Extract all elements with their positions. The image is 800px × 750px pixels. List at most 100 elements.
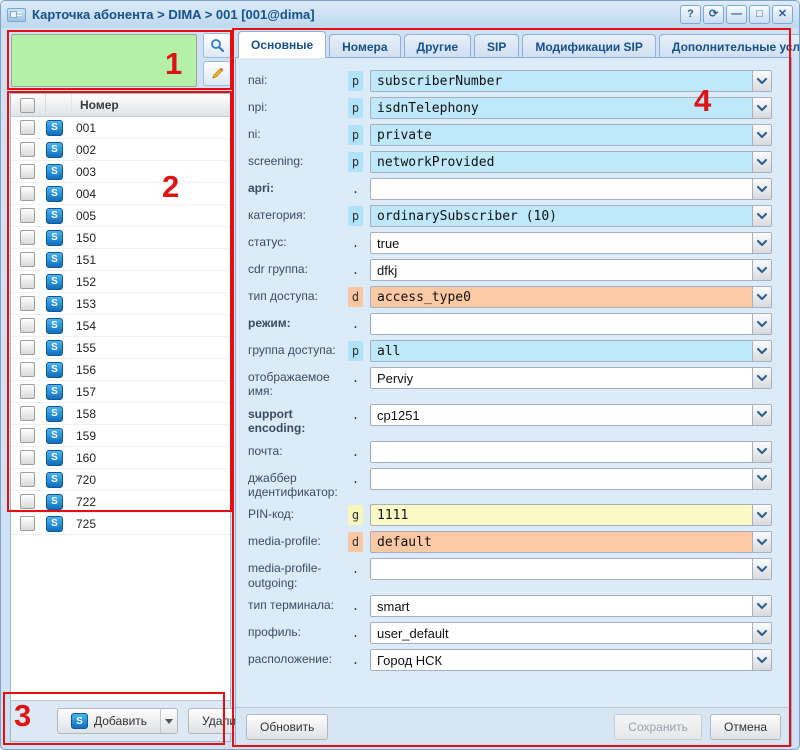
table-row[interactable]: S 720 [11,469,230,491]
table-row[interactable]: S 722 [11,491,230,513]
field-combobox[interactable] [370,441,772,463]
combo-trigger[interactable] [752,260,771,280]
refresh-form-button[interactable]: Обновить [246,714,328,740]
tab[interactable]: Номера [329,34,400,58]
combo-trigger[interactable] [752,125,771,145]
row-checkbox[interactable] [20,164,35,179]
row-checkbox[interactable] [20,252,35,267]
field-combobox[interactable]: subscriberNumber [370,70,772,92]
tab[interactable]: SIP [474,34,519,58]
combo-trigger[interactable] [752,650,771,670]
row-checkbox[interactable] [20,450,35,465]
number-column-header[interactable]: Номер [72,98,119,112]
field-combobox[interactable]: cp1251 [370,404,772,426]
row-checkbox[interactable] [20,142,35,157]
table-row[interactable]: S 160 [11,447,230,469]
row-checkbox[interactable] [20,274,35,289]
table-row[interactable]: S 156 [11,359,230,381]
combo-trigger[interactable] [752,405,771,425]
combo-trigger[interactable] [752,596,771,616]
combo-trigger[interactable] [752,179,771,199]
table-row[interactable]: S 157 [11,381,230,403]
table-row[interactable]: S 004 [11,183,230,205]
field-combobox[interactable] [370,313,772,335]
field-combobox[interactable]: all [370,340,772,362]
row-checkbox[interactable] [20,428,35,443]
field-combobox[interactable] [370,178,772,200]
table-row[interactable]: S 005 [11,205,230,227]
field-combobox[interactable]: 1111 [370,504,772,526]
field-combobox[interactable]: dfkj [370,259,772,281]
combo-trigger[interactable] [752,532,771,552]
field-combobox[interactable] [370,558,772,580]
combo-trigger[interactable] [752,71,771,91]
table-row[interactable]: S 158 [11,403,230,425]
field-combobox[interactable]: networkProvided [370,151,772,173]
close-button[interactable]: ✕ [772,5,793,24]
table-row[interactable]: S 151 [11,249,230,271]
combo-trigger[interactable] [752,287,771,307]
help-button[interactable]: ? [680,5,701,24]
row-checkbox[interactable] [20,384,35,399]
row-checkbox[interactable] [20,406,35,421]
field-combobox[interactable]: user_default [370,622,772,644]
cancel-button[interactable]: Отмена [710,714,781,740]
table-row[interactable]: S 159 [11,425,230,447]
combo-trigger[interactable] [752,623,771,643]
combo-trigger[interactable] [752,314,771,334]
field-combobox[interactable]: ordinarySubscriber (10) [370,205,772,227]
add-button[interactable]: S Добавить [57,708,178,734]
refresh-button[interactable]: ⟳ [703,5,724,24]
field-combobox[interactable] [370,468,772,490]
combo-trigger[interactable] [752,469,771,489]
add-dropdown-caret-icon[interactable] [160,709,177,733]
combo-trigger[interactable] [752,559,771,579]
row-checkbox[interactable] [20,516,35,531]
tab[interactable]: Основные [238,31,326,58]
field-combobox[interactable]: Город НСК [370,649,772,671]
field-combobox[interactable]: private [370,124,772,146]
combo-trigger[interactable] [752,206,771,226]
maximize-button[interactable]: □ [749,5,770,24]
row-checkbox[interactable] [20,208,35,223]
table-row[interactable]: S 003 [11,161,230,183]
combo-trigger[interactable] [752,442,771,462]
table-row[interactable]: S 150 [11,227,230,249]
field-combobox[interactable]: smart [370,595,772,617]
combo-trigger[interactable] [752,233,771,253]
combo-trigger[interactable] [752,505,771,525]
field-combobox[interactable]: access_type0 [370,286,772,308]
field-combobox[interactable]: true [370,232,772,254]
table-row[interactable]: S 152 [11,271,230,293]
table-row[interactable]: S 154 [11,315,230,337]
tab[interactable]: Модификации SIP [522,34,656,58]
table-row[interactable]: S 155 [11,337,230,359]
field-combobox[interactable]: Perviy [370,367,772,389]
select-all-checkbox[interactable] [20,98,35,113]
search-button[interactable] [203,33,231,58]
row-checkbox[interactable] [20,472,35,487]
field-combobox[interactable]: isdnTelephony [370,97,772,119]
combo-trigger[interactable] [752,152,771,172]
row-checkbox[interactable] [20,318,35,333]
minimize-button[interactable]: — [726,5,747,24]
row-checkbox[interactable] [20,230,35,245]
combo-trigger[interactable] [752,368,771,388]
combo-trigger[interactable] [752,98,771,118]
row-checkbox[interactable] [20,494,35,509]
table-row[interactable]: S 001 [11,117,230,139]
search-input[interactable] [11,34,197,87]
row-checkbox[interactable] [20,340,35,355]
edit-button[interactable] [203,61,231,86]
table-row[interactable]: S 153 [11,293,230,315]
row-checkbox[interactable] [20,296,35,311]
tab[interactable]: Дополнительные услуги [659,34,800,58]
tab[interactable]: Другие [404,34,471,58]
table-row[interactable]: S 725 [11,513,230,535]
save-button[interactable]: Сохранить [614,714,702,740]
row-checkbox[interactable] [20,120,35,135]
row-checkbox[interactable] [20,186,35,201]
row-checkbox[interactable] [20,362,35,377]
combo-trigger[interactable] [752,341,771,361]
field-combobox[interactable]: default [370,531,772,553]
